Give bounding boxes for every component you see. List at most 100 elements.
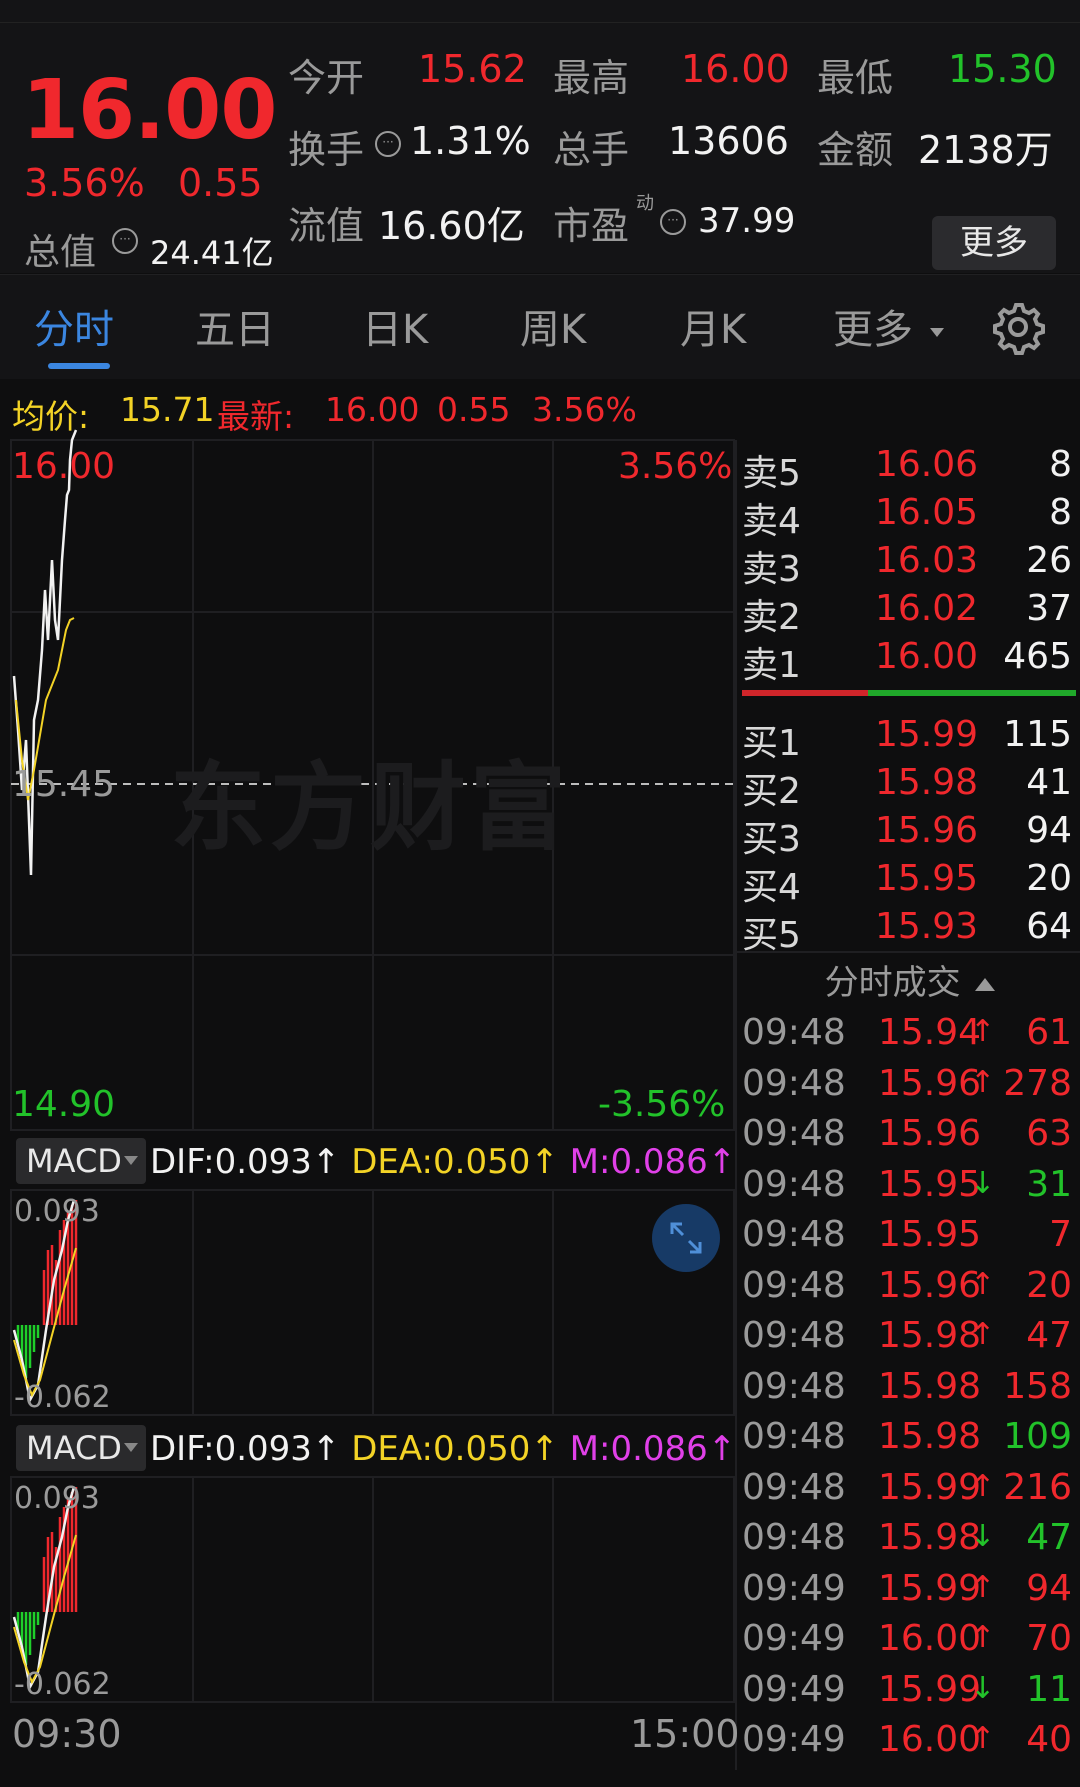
m-value: 0.086↑ (610, 1142, 737, 1182)
tick-row: 09:48 15.98 109 (740, 1412, 1080, 1462)
turnover-value: 1.31% (410, 119, 531, 163)
total-value: 24.41亿 (150, 234, 274, 272)
tick-time: 09:49 (742, 1618, 846, 1659)
bid-price: 15.96 (875, 810, 979, 851)
bid-volume: 20 (1026, 858, 1072, 899)
tab-more[interactable]: 更多 (833, 297, 944, 355)
time-axis: 09:30 15:00 (0, 1706, 740, 1766)
tick-volume: 7 (1049, 1214, 1072, 1255)
indicator-selector[interactable]: MACD (16, 1138, 146, 1184)
time-start: 09:30 (12, 1712, 122, 1756)
info-icon[interactable]: ··· (375, 131, 401, 157)
tick-volume: 216 (1003, 1466, 1072, 1508)
tick-time: 09:49 (742, 1567, 846, 1609)
tick-list-title: 分时成交 (824, 963, 961, 1003)
chart-bottom-price: 14.90 (12, 1084, 116, 1125)
dif-value: 0.093↑ (214, 1142, 341, 1182)
tick-volume: 47 (1026, 1315, 1072, 1356)
ask-price: 16.06 (875, 444, 979, 485)
info-icon[interactable]: ··· (112, 228, 138, 254)
bid-price: 15.99 (875, 714, 979, 755)
tab-five-day[interactable]: 五日 (195, 297, 275, 355)
tick-price: 15.95 (878, 1163, 982, 1205)
tick-price: 15.99 (878, 1567, 982, 1609)
tick-volume: 158 (1003, 1365, 1072, 1407)
bid-label: 买5 (742, 915, 801, 956)
bid-price: 15.98 (875, 762, 979, 803)
macd-top-value: 0.093 (14, 1481, 100, 1516)
tab-monthly-k[interactable]: 月K (680, 297, 746, 355)
caret-down-icon (124, 1443, 138, 1452)
price-line (12, 429, 78, 876)
macd-top-value: 0.093 (14, 1194, 100, 1229)
tick-row: 09:48 15.99 ↑ 216 (740, 1463, 1080, 1513)
info-icon[interactable]: ··· (660, 209, 686, 235)
change-percent: 3.56% (24, 161, 145, 205)
tick-time: 09:48 (742, 1416, 846, 1457)
latest-price: 16.00 (325, 390, 420, 429)
tab-more-label: 更多 (833, 307, 913, 353)
bid-price: 15.93 (875, 906, 979, 947)
arrow-up-icon: ↑ (970, 1064, 996, 1100)
tick-price: 15.98 (878, 1416, 982, 1457)
bid-row: 买3 15.96 94 (740, 806, 1080, 860)
more-button[interactable]: 更多 (932, 216, 1056, 270)
chart-top-percent: 3.56% (618, 446, 733, 487)
tick-row: 09:49 16.00 ↑ 40 (740, 1715, 1080, 1765)
tick-volume: 61 (1026, 1012, 1072, 1053)
chart-top-price: 16.00 (12, 446, 116, 487)
indicator-selector-label: MACD (26, 1142, 122, 1180)
macd-values: DIF:0.093↑ DEA:0.050↑ M:0.086↑ (150, 1142, 736, 1182)
dea-value: 0.050↑ (433, 1142, 559, 1182)
ask-price: 16.00 (875, 636, 979, 677)
tick-price: 15.96 (878, 1264, 982, 1306)
bid-volume: 94 (1026, 810, 1072, 851)
tick-volume: 109 (1003, 1416, 1072, 1457)
tick-price: 15.96 (878, 1062, 982, 1104)
tick-volume: 20 (1026, 1264, 1072, 1306)
tick-volume: 40 (1026, 1719, 1072, 1760)
amount-value: 2138万 (918, 128, 1053, 172)
volume-label: 总手 (553, 128, 630, 172)
tick-time: 09:48 (742, 1214, 846, 1255)
chart-mid-price: 15.45 (12, 764, 116, 805)
tick-price: 15.99 (878, 1668, 982, 1710)
tick-list-header[interactable]: 分时成交 (740, 955, 1080, 1004)
indicator-selector[interactable]: MACD (16, 1425, 146, 1471)
macd-bottom-value: -0.062 (14, 1380, 111, 1415)
bid-row: 买5 15.93 64 (740, 902, 1080, 956)
volume-value: 13606 (668, 119, 789, 163)
tick-row: 09:48 15.98 158 (740, 1362, 1080, 1412)
tab-intraday[interactable]: 分时 (34, 297, 114, 355)
tick-row: 09:49 16.00 ↑ 70 (740, 1614, 1080, 1664)
total-value-label: 总值 (24, 232, 97, 273)
dif-label: DIF: (150, 1142, 215, 1182)
bid-row: 买2 15.98 41 (740, 758, 1080, 812)
bid-row: 买4 15.95 20 (740, 854, 1080, 908)
ask-row: 卖5 16.06 8 (740, 440, 1080, 494)
tick-time: 09:48 (742, 1517, 846, 1558)
expand-button[interactable] (652, 1204, 720, 1272)
tab-weekly-k[interactable]: 周K (520, 297, 586, 355)
tick-time: 09:49 (742, 1719, 846, 1760)
amount-label: 金额 (817, 128, 894, 172)
arrow-down-icon: ↓ (970, 1165, 996, 1201)
tab-daily-k[interactable]: 日K (362, 297, 428, 355)
ask-volume: 26 (1026, 540, 1072, 581)
macd-histogram-1 (12, 1199, 78, 1404)
macd-indicator-bar-2: MACD DIF:0.093↑ DEA:0.050↑ M:0.086↑ (10, 1419, 736, 1477)
tick-time: 09:48 (742, 1163, 846, 1205)
quote-panel: 16.00 3.56% 0.55 总值 ··· 24.41亿 今开 15.62 … (0, 23, 1080, 273)
tick-volume: 278 (1003, 1062, 1072, 1104)
period-tabs: 分时 五日 日K 周K 月K 更多 (0, 274, 1080, 379)
watermark: 东方财富 (170, 752, 570, 864)
gear-icon[interactable] (990, 299, 1046, 355)
bid-volume: 115 (1003, 714, 1072, 755)
triangle-up-icon (975, 978, 996, 991)
tick-price: 15.98 (878, 1315, 982, 1356)
time-end: 15:00 (630, 1712, 740, 1756)
arrow-down-icon: ↓ (970, 1519, 996, 1554)
ask-row: 卖3 16.03 26 (740, 536, 1080, 590)
dif-value: 0.093↑ (214, 1429, 341, 1469)
float-value: 16.60亿 (378, 204, 525, 248)
